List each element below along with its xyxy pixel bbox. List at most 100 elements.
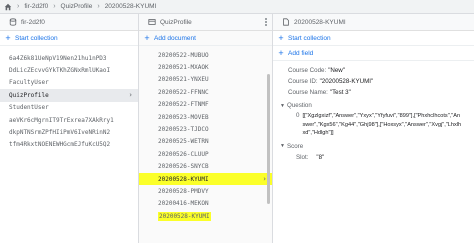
document-panel: 20200528-KYUMI + Start collection + Add … (273, 14, 474, 243)
breadcrumb-document[interactable]: 20200528-KYUMI (105, 3, 157, 10)
list-item[interactable]: tfm4RkxtNOENEWHGcmEJfuKcU5Q2 (0, 139, 138, 151)
array-index: 0 (296, 112, 300, 119)
plus-icon: + (144, 33, 150, 43)
list-item-label: StudentUser (9, 104, 49, 112)
field-key: Course Code: (288, 67, 327, 74)
field-key: Question (287, 102, 312, 109)
field-key: Course Name: (288, 89, 328, 96)
home-icon[interactable] (4, 3, 12, 11)
list-item-label: 6a4Z6k81UeNpV19Nen21hu1nPD3 (9, 54, 107, 62)
scrollbar[interactable] (267, 74, 270, 204)
list-item-label: 20200528-PMDVY (158, 187, 209, 195)
list-item-label: QuizProfile (9, 91, 49, 99)
field-row[interactable]: Slot: "8" (288, 152, 474, 163)
list-item[interactable]: 20200528-KYUMI (139, 210, 272, 222)
root-collections-panel: fir-2d2f0 + Start collection 6a4Z6k81UeN… (0, 14, 139, 243)
start-collection-button[interactable]: + Start collection (273, 31, 474, 46)
more-vert-icon[interactable] (265, 18, 268, 26)
list-item[interactable]: 20200522-FTNMF (139, 99, 272, 111)
document-list: 20200522-MUBUO 20200521-MXAOK 20200521-Y… (139, 49, 272, 222)
add-field-label: Add field (288, 49, 314, 57)
field-row-expandable[interactable]: ▼ Score (280, 141, 474, 152)
start-collection-label: Start collection (15, 34, 58, 42)
list-item[interactable]: DdLicZEcvvGYkTKhZGNxRmlUKaoI (0, 64, 138, 76)
chevron-right-icon: › (97, 3, 100, 10)
panel-title: QuizProfile (160, 18, 192, 26)
list-item-label: 20200521-YNXEU (158, 76, 209, 84)
list-item-label: DdLicZEcvvGYkTKhZGNxRmlUKaoI (9, 67, 111, 75)
list-item-label: 20200526-SNYCB (158, 163, 209, 171)
list-item[interactable]: 20200522-FFNNC (139, 86, 272, 98)
list-item[interactable]: 6a4Z6k81UeNpV19Nen21hu1nPD3 (0, 52, 138, 64)
list-item[interactable]: 20200416-MEKON (139, 198, 272, 210)
add-document-label: Add document (154, 34, 196, 42)
list-item-label: 20200416-MEKON (158, 200, 209, 208)
list-item[interactable]: 20200528-PMDVY (139, 185, 272, 197)
list-item-label: 20200522-MUBUO (158, 51, 209, 59)
expand-arrow-icon[interactable]: ▼ (280, 143, 287, 149)
panel-title: fir-2d2f0 (21, 18, 45, 26)
list-item-label: 20200522-FTNMF (158, 101, 209, 109)
start-collection-label: Start collection (288, 34, 331, 42)
field-value: "Test 3" (329, 89, 351, 96)
expand-arrow-icon[interactable]: ▼ (280, 103, 287, 109)
field-row-expandable[interactable]: ▼ Question (280, 100, 474, 111)
list-item-label: 20200528-KYUMI (158, 175, 209, 183)
list-item[interactable]: FacultyUser (0, 77, 138, 89)
list-item[interactable]: 20200521-YNXEU (139, 74, 272, 86)
start-collection-button[interactable]: + Start collection (0, 31, 138, 46)
breadcrumb-project[interactable]: fir-2d2f0 (24, 3, 48, 10)
collection-list: 6a4Z6k81UeNpV19Nen21hu1nPD3 DdLicZEcvvGY… (0, 52, 138, 151)
list-item-label: 20200521-MXAOK (158, 64, 209, 72)
add-field-button[interactable]: + Add field (273, 46, 474, 61)
field-value: [["Xgzlgxizf","Answer","Yxyx","Yfyfuvi",… (302, 113, 462, 136)
document-fields: Course Code: "New" Course ID: "20200528-… (273, 65, 474, 163)
list-item[interactable]: dkpNTNSrmZPfHIiPmV6IveNRinN2 (0, 126, 138, 138)
list-item-label: 20200528-KYUMI (158, 211, 211, 221)
field-row[interactable]: Course Name: "Test 3" (288, 87, 474, 98)
add-document-button[interactable]: + Add document (139, 31, 272, 46)
panel-header: 20200528-KYUMI (273, 14, 474, 31)
list-item[interactable]: 20200526-CLUUP (139, 148, 272, 160)
list-item-label: aeVKr6cMgrnIT9TrExrea7XAkRry1 (9, 116, 114, 124)
field-value: "8" (316, 153, 325, 161)
collection-icon (148, 18, 156, 26)
list-item[interactable]: 20200521-MXAOK (139, 61, 272, 73)
chevron-right-icon: › (53, 3, 56, 10)
database-icon (9, 18, 17, 26)
field-key: Slot: (296, 153, 309, 161)
list-item[interactable]: 20200523-TJDCO (139, 123, 272, 135)
panel-title: 20200528-KYUMI (294, 18, 346, 26)
list-item-label: FacultyUser (9, 79, 49, 87)
field-row[interactable]: Course ID: "20200528-KYUMI" (288, 76, 474, 87)
field-value: "New" (328, 67, 345, 74)
list-item-label: 20200522-FFNNC (158, 88, 209, 96)
list-item[interactable]: 20200522-MUBUO (139, 49, 272, 61)
plus-icon: + (278, 48, 284, 58)
chevron-right-icon: › (129, 91, 132, 100)
list-item-selected[interactable]: 20200528-KYUMI › (139, 172, 272, 186)
breadcrumb-collection[interactable]: QuizProfile (61, 3, 93, 10)
list-item[interactable]: 20200526-SNYCB (139, 161, 272, 173)
plus-icon: + (278, 33, 284, 43)
array-entry[interactable]: 0 [["Xgzlgxizf","Answer","Yxyx","Yfyfuvi… (288, 111, 474, 138)
list-item-label: 20200523-TJDCO (158, 126, 209, 134)
list-item-selected[interactable]: QuizProfile › (0, 89, 138, 102)
chevron-right-icon: › (263, 175, 266, 184)
list-item-label: tfm4RkxtNOENEWHGcmEJfuKcU5Q2 (9, 141, 111, 149)
list-item-label: dkpNTNSrmZPfHIiPmV6IveNRinN2 (9, 129, 111, 137)
list-item[interactable]: 20200523-MOVEB (139, 111, 272, 123)
list-item-label: 20200525-WETRN (158, 138, 209, 146)
list-item-label: 20200523-MOVEB (158, 113, 209, 121)
list-item[interactable]: aeVKr6cMgrnIT9TrExrea7XAkRry1 (0, 114, 138, 126)
plus-icon: + (5, 33, 11, 43)
list-item[interactable]: 20200525-WETRN (139, 136, 272, 148)
breadcrumb: › fir-2d2f0 › QuizProfile › 20200528-KYU… (0, 0, 474, 14)
documents-panel: QuizProfile + Add document 20200522-MUBU… (139, 14, 273, 243)
chevron-right-icon: › (17, 3, 20, 10)
panel-header: QuizProfile (139, 14, 272, 31)
panel-header: fir-2d2f0 (0, 14, 138, 31)
list-item-label: 20200526-CLUUP (158, 150, 209, 158)
list-item[interactable]: StudentUser (0, 102, 138, 114)
field-row[interactable]: Course Code: "New" (288, 65, 474, 76)
